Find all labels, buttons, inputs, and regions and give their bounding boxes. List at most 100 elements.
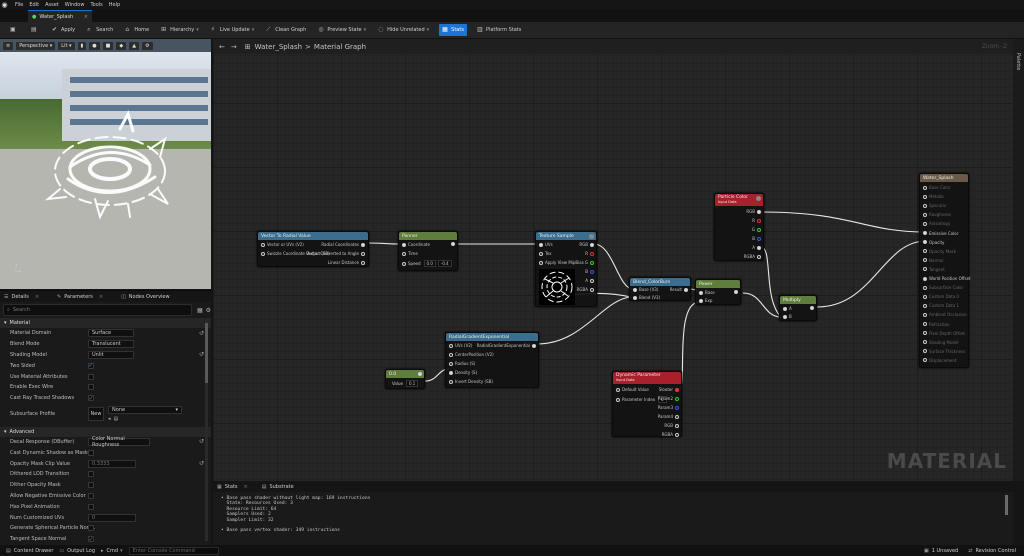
pin-g[interactable]: G	[752, 227, 761, 232]
pin-b[interactable]: B	[752, 236, 761, 241]
result-pin[interactable]: Displacement	[923, 358, 957, 363]
pin-param1[interactable]: Slooter	[659, 387, 679, 392]
back-arrow-icon[interactable]: ←	[219, 43, 225, 51]
revision-control-button[interactable]: ⇄ Revision Control	[968, 548, 1016, 554]
pin-exp[interactable]: Exp	[699, 298, 712, 303]
pin-time[interactable]: Time	[402, 251, 418, 256]
pin-result[interactable]: Result	[670, 287, 688, 292]
home-button[interactable]: ⌂ Home	[123, 24, 151, 36]
tab-stats[interactable]: ▦ Stats ×	[213, 481, 252, 492]
reset-arrow-icon[interactable]: ↺	[199, 460, 204, 467]
menu-edit[interactable]: Edit	[29, 2, 39, 8]
scalar-value-input[interactable]: 0.1	[405, 380, 419, 387]
save-button[interactable]: ▣	[8, 24, 21, 36]
property-combo[interactable]: Unlit	[88, 350, 134, 359]
hierarchy-button[interactable]: ⊞ Hierarchy ▾	[159, 24, 201, 36]
property-checkbox[interactable]: ✓	[88, 536, 94, 543]
speed-y-input[interactable]: -0.4	[437, 260, 452, 267]
result-pin[interactable]: Opacity	[923, 240, 944, 245]
subsurface-new-button[interactable]: NoneNew	[88, 407, 104, 422]
pin-param4[interactable]: Param4	[658, 414, 679, 419]
tab-substrate[interactable]: ▤ Substrate	[258, 481, 298, 492]
pin-rgb[interactable]: RGB	[664, 423, 679, 428]
result-pin[interactable]: World Position Offset	[923, 276, 971, 281]
viewport-options-button[interactable]: ≡	[3, 41, 14, 50]
node-scalar-constant[interactable]: 0.0 Value 0.1	[385, 369, 425, 389]
preview-state-button[interactable]: ◎ Preview State ▾	[316, 24, 368, 36]
details-scrollbar[interactable]	[205, 321, 208, 541]
breadcrumb-asset[interactable]: Water_Splash	[255, 43, 302, 51]
document-tab-water-splash[interactable]: ● Water_Splash ×	[28, 10, 92, 22]
clean-graph-button[interactable]: ⟋ Clean Graph	[264, 24, 308, 36]
preview-cylinder-icon[interactable]: ▮	[77, 41, 87, 50]
view-options-icon[interactable]: ▦	[197, 307, 203, 314]
result-pin[interactable]: Metallic	[923, 194, 944, 199]
pin-rgb[interactable]: RGB	[746, 209, 761, 214]
pin-r[interactable]: R	[752, 218, 761, 223]
property-combo[interactable]: Translucent	[88, 340, 134, 349]
reset-arrow-icon[interactable]: ↺	[199, 438, 204, 445]
viewport-settings-icon[interactable]: ⚙	[142, 41, 153, 50]
property-checkbox[interactable]	[88, 384, 94, 391]
reset-arrow-icon[interactable]: ↺	[199, 330, 204, 337]
pin-power-out[interactable]	[732, 290, 738, 294]
result-pin[interactable]: Refraction	[923, 322, 949, 327]
result-pin[interactable]: Specular	[923, 203, 946, 208]
result-pin[interactable]: Normal	[923, 258, 943, 263]
pin-vector-uvs[interactable]: Vector or UVs (V2)	[261, 242, 304, 247]
property-checkbox[interactable]	[88, 525, 94, 532]
node-blend-colorburn[interactable]: Blend_ColorBurn Base (V3) Blend (V3) Res…	[629, 277, 691, 301]
result-pin[interactable]: Subsurface Color	[923, 285, 963, 290]
pin-rgba[interactable]: RGBA	[662, 432, 679, 437]
details-search-input[interactable]: ⌕ Search	[3, 304, 192, 316]
result-pin[interactable]: Ambient Occlusion	[923, 312, 967, 317]
tab-nodes-overview[interactable]: ◫ Nodes Overview	[117, 291, 174, 302]
result-pin[interactable]: Base Color	[923, 185, 950, 190]
node-material-result[interactable]: Water_Splash Base Color Metallic Specular R…	[919, 173, 971, 368]
apply-button[interactable]: ✔ Apply	[50, 24, 77, 36]
pin-a[interactable]: A	[752, 245, 761, 250]
preview-mesh-icon[interactable]: ▲	[129, 41, 140, 50]
close-icon[interactable]: ×	[99, 294, 103, 300]
node-multiply[interactable]: Multiply A B	[779, 295, 817, 321]
settings-icon[interactable]: ⚙	[206, 307, 211, 314]
pin-b[interactable]: B	[783, 314, 792, 319]
unsaved-button[interactable]: ▣ 1 Unsaved	[924, 548, 958, 554]
pin-rgba[interactable]: RGBA	[577, 287, 594, 292]
property-combo[interactable]: Color Normal Roughness	[88, 436, 150, 448]
reset-arrow-icon[interactable]: ↺	[199, 351, 204, 358]
pin-base[interactable]: Base (V3)	[633, 287, 658, 292]
scalar-value[interactable]: Value 0.1	[392, 380, 419, 387]
pin-a[interactable]: A	[585, 278, 594, 283]
property-checkbox[interactable]	[88, 449, 94, 456]
lit-button[interactable]: Lit ▾	[58, 41, 75, 50]
pin-blend[interactable]: Blend (V3)	[633, 295, 660, 300]
tab-details[interactable]: ☰ Details ×	[0, 291, 43, 302]
property-combo[interactable]: Surface	[88, 329, 134, 338]
pin-r[interactable]: R	[585, 251, 594, 256]
pin-gradient-out[interactable]: RadialGradientExponential	[477, 343, 536, 348]
palette-panel[interactable]: Palette	[1013, 39, 1024, 481]
node-vector-to-radial-value[interactable]: Vector To Radial Value Vector or UVs (V2…	[257, 231, 369, 267]
stats-scrollbar[interactable]	[1005, 495, 1008, 515]
perspective-button[interactable]: Perspective ▾	[16, 41, 56, 50]
pin-param3[interactable]: Param3	[658, 405, 679, 410]
preview-cube-icon[interactable]: ◆	[116, 41, 127, 50]
result-pin[interactable]: Custom Data 1	[923, 303, 959, 308]
result-pin[interactable]: Tangent	[923, 267, 945, 272]
breadcrumb-graph[interactable]: Material Graph	[314, 43, 366, 51]
console-command-input[interactable]: Enter Console Command	[128, 546, 219, 555]
pin-center-position[interactable]: CenterPosition (V2)	[449, 352, 494, 357]
pin-param2[interactable]: Param2	[658, 396, 679, 401]
stats-button[interactable]: ▦ Stats	[439, 24, 467, 36]
section-material[interactable]: ▾ Material	[0, 318, 211, 328]
pin-tex[interactable]: Tex	[539, 251, 552, 256]
folder-icon[interactable]: ▤	[114, 416, 119, 422]
tab-parameters[interactable]: ✎ Parameters ×	[53, 291, 107, 302]
pin-vector-angle[interactable]: Vector Converted to Angle	[306, 251, 365, 256]
pin-radial-coordinates[interactable]: Radial Coordinates	[321, 242, 365, 247]
hide-unrelated-button[interactable]: ◌ Hide Unrelated ▾	[376, 24, 431, 36]
pin-coordinate[interactable]: Coordinate	[402, 242, 430, 247]
menu-help[interactable]: Help	[109, 2, 120, 8]
platform-stats-button[interactable]: ▥ Platform Stats	[475, 24, 523, 36]
